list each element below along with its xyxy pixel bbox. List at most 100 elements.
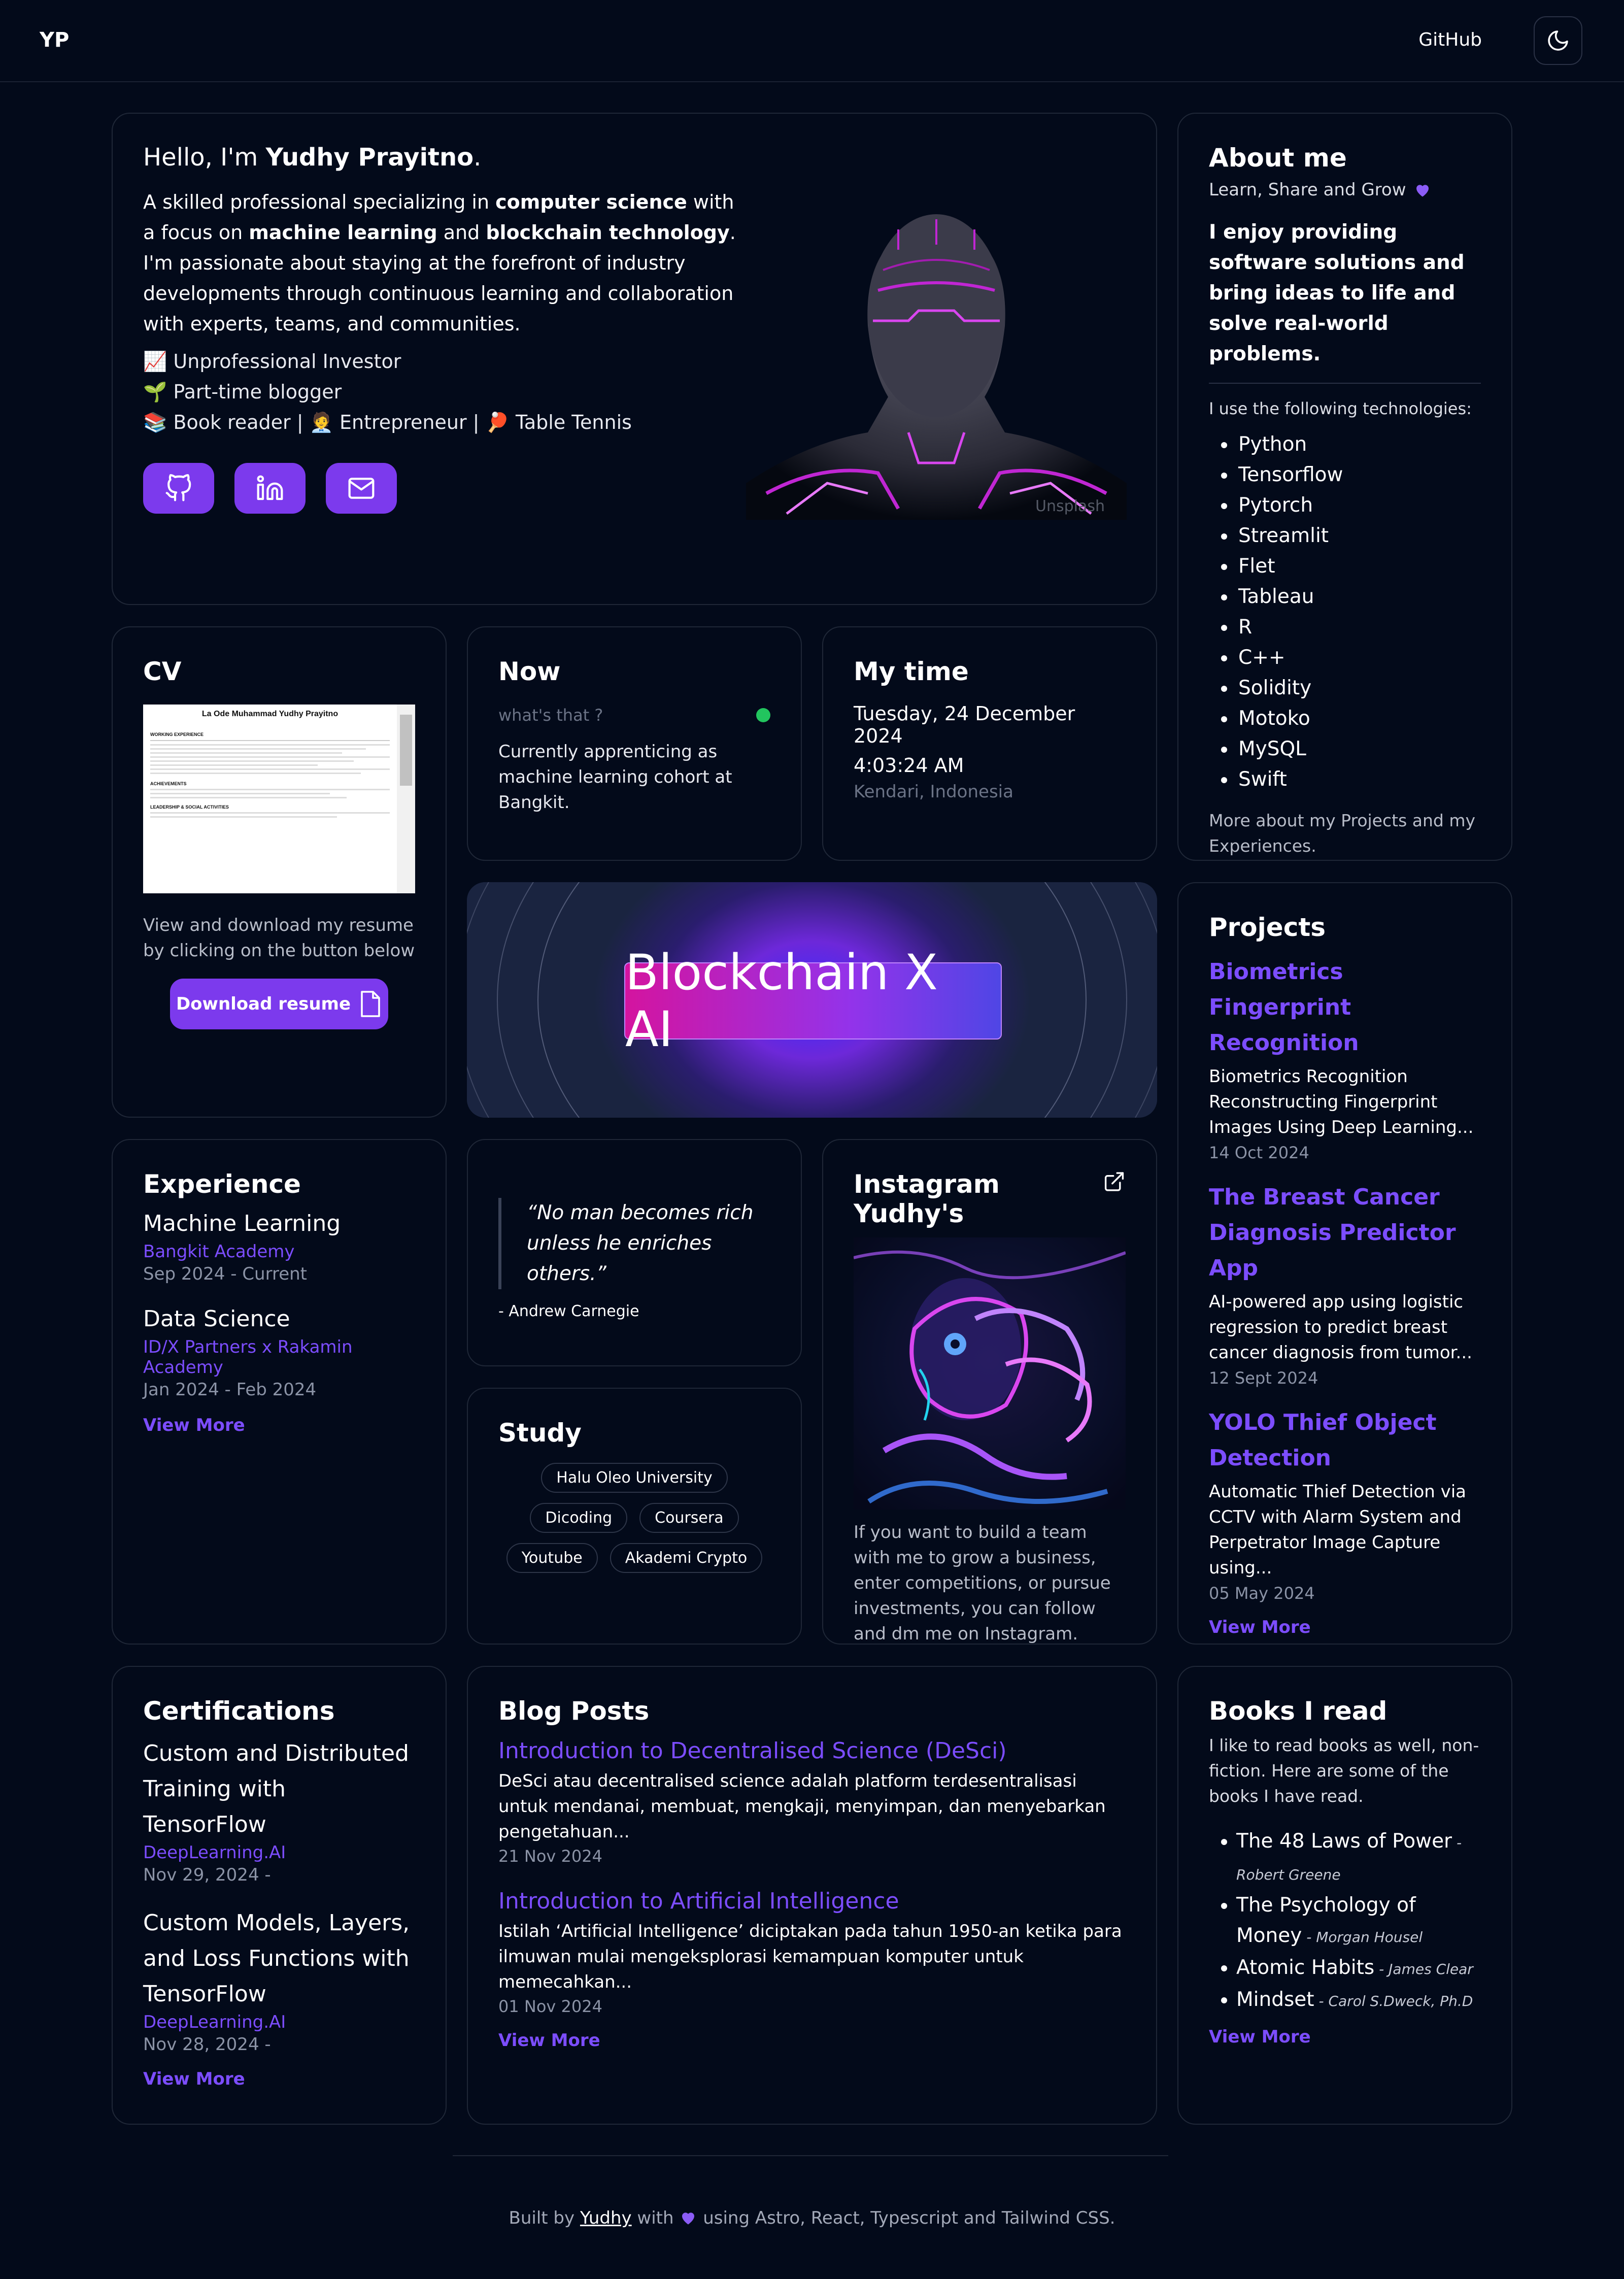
blog-list: Introduction to Decentralised Science (D… — [498, 1736, 1126, 2016]
resume-preview-scrollbar[interactable] — [397, 705, 415, 893]
project-title-link[interactable]: YOLO Thief Object Detection — [1209, 1405, 1481, 1476]
github-nav-link[interactable]: GitHub — [1418, 29, 1482, 50]
instagram-header: Instagram Yudhy's — [854, 1169, 1126, 1235]
certifications-view-more-link[interactable]: View More — [143, 2069, 415, 2089]
heart-icon — [682, 2213, 695, 2225]
experience-date: Sep 2024 - Current — [143, 1264, 307, 1284]
email-button[interactable] — [326, 463, 397, 514]
blog-description: Istilah ‘Artificial Intelligence’ dicipt… — [498, 1921, 1122, 1992]
experience-item: Machine Learning Bangkit Academy Sep 2024 … — [143, 1209, 415, 1284]
quote-text: “No man becomes rich unless he enriches … — [527, 1201, 754, 1285]
instagram-card: Instagram Yudhy's If you want to build a… — [822, 1139, 1157, 1645]
site-logo[interactable]: YP — [40, 28, 69, 52]
file-icon — [361, 991, 380, 1017]
linkedin-button[interactable] — [234, 463, 306, 514]
blog-view-more-link[interactable]: View More — [498, 2030, 1126, 2051]
time-place: Kendari, Indonesia — [854, 782, 1013, 802]
tech-item: Streamlit — [1236, 521, 1481, 551]
blog-title-link[interactable]: Introduction to Artificial Intelligence — [498, 1886, 1126, 1917]
book-author-sep: - — [1302, 1929, 1316, 1946]
footer-author-link[interactable]: Yudhy — [580, 2208, 632, 2228]
books-list: The 48 Laws of Power - Robert GreeneThe … — [1209, 1826, 1481, 2017]
tech-item: Swift — [1236, 764, 1481, 795]
study-pill[interactable]: Akademi Crypto — [610, 1543, 763, 1573]
book-item: Mindset - Carol S.Dweck, Ph.D — [1236, 1985, 1481, 2017]
certification-item: Custom and Distributed Training with Ten… — [143, 1736, 415, 1885]
book-item: The Psychology of Money - Morgan Housel — [1236, 1890, 1481, 1953]
instagram-photo[interactable] — [854, 1237, 1126, 1510]
book-item: The 48 Laws of Power - Robert Greene — [1236, 1826, 1481, 1890]
external-link-icon[interactable] — [1103, 1169, 1126, 1194]
time-clock: 4:03:24 AM — [854, 754, 964, 777]
footer-divider — [453, 2155, 1168, 2156]
book-author: Robert Greene — [1236, 1866, 1341, 1883]
tech-list: PythonTensorflowPytorchStreamlitFletTabl… — [1209, 429, 1481, 795]
project-description: Biometrics Recognition Reconstructing Fi… — [1209, 1066, 1474, 1137]
study-pill[interactable]: Youtube — [506, 1543, 598, 1573]
project-title-link[interactable]: The Breast Cancer Diagnosis Predictor Ap… — [1209, 1180, 1481, 1286]
project-date: 05 May 2024 — [1209, 1584, 1315, 1603]
book-author-sep: - — [1452, 1834, 1462, 1851]
study-pills: Halu Oleo University Dicoding Coursera Yout… — [498, 1458, 770, 1578]
project-item: YOLO Thief Object Detection Automatic Thi… — [1209, 1405, 1481, 1603]
now-subtitle: what's that ? — [498, 706, 603, 725]
certification-title: Custom and Distributed Training with Ten… — [143, 1740, 409, 1837]
cv-card: CV La Ode Muhammad Yudhy Prayitno WORKIN… — [112, 626, 447, 1118]
about-bold-statement: I enjoy providing software solutions and… — [1209, 221, 1465, 365]
footer: Built by Yudhy with using Astro, React, … — [509, 2208, 1115, 2228]
hero-card: Hello, I'm Yudhy Prayitno. A skilled pro… — [112, 113, 1157, 605]
book-author-sep: - — [1374, 1961, 1389, 1978]
blog-title: Blog Posts — [498, 1696, 650, 1726]
books-view-more-link[interactable]: View More — [1209, 2027, 1481, 2047]
tech-item: Tensorflow — [1236, 460, 1481, 490]
tech-item: Motoko — [1236, 703, 1481, 734]
instagram-title: Instagram Yudhy's — [854, 1169, 1000, 1228]
experience-role: Machine Learning — [143, 1211, 341, 1236]
books-intro: I like to read books as well, non-fictio… — [1209, 1735, 1479, 1806]
certification-issuer[interactable]: DeepLearning.AI — [143, 2012, 415, 2032]
books-card: Books I read I like to read books as wel… — [1177, 1666, 1512, 2125]
experience-item: Data Science ID/X Partners x Rakamin Acad… — [143, 1304, 415, 1400]
tech-item: Tableau — [1236, 582, 1481, 612]
book-item: Atomic Habits - James Clear — [1236, 1953, 1481, 1985]
experience-card: Experience Machine Learning Bangkit Acade… — [112, 1139, 447, 1645]
now-text: Currently apprenticing as machine learni… — [498, 742, 732, 813]
experience-role: Data Science — [143, 1306, 290, 1332]
theme-toggle-button[interactable] — [1534, 16, 1582, 65]
certifications-list: Custom and Distributed Training with Ten… — [143, 1736, 415, 2055]
tech-item: Flet — [1236, 551, 1481, 582]
study-pill[interactable]: Dicoding — [530, 1503, 628, 1533]
download-resume-label: Download resume — [176, 994, 351, 1014]
cv-description: View and download my resume by clicking … — [143, 915, 415, 961]
study-pill[interactable]: Coursera — [639, 1503, 739, 1533]
quote-block: “No man becomes rich unless he enriches … — [498, 1198, 770, 1289]
now-subtitle-row: what's that ? — [498, 706, 770, 725]
hero-name: Yudhy Prayitno — [265, 143, 474, 172]
github-button[interactable] — [143, 463, 214, 514]
study-card: Study Halu Oleo University Dicoding Course… — [467, 1388, 802, 1645]
experience-view-more-link[interactable]: View More — [143, 1415, 415, 1435]
projects-view-more-link[interactable]: View More — [1209, 1617, 1481, 1637]
study-pill[interactable]: Halu Oleo University — [541, 1463, 728, 1493]
hero-portrait-image: Unsplash — [746, 158, 1127, 520]
cv-title: CV — [143, 657, 182, 686]
about-subtitle: Learn, Share and Grow — [1209, 180, 1406, 200]
project-title-link[interactable]: Biometrics Fingerprint Recognition — [1209, 954, 1481, 1061]
tech-item: Pytorch — [1236, 490, 1481, 521]
download-resume-button[interactable]: Download resume — [170, 979, 388, 1029]
top-navbar: YP GitHub — [0, 0, 1624, 82]
certification-issuer[interactable]: DeepLearning.AI — [143, 1842, 415, 1863]
resume-preview-image: La Ode Muhammad Yudhy Prayitno WORKING E… — [143, 705, 415, 893]
heart-icon — [1416, 185, 1429, 197]
linkedin-icon — [257, 475, 283, 500]
hero-description: A skilled professional specializing in c… — [143, 191, 736, 335]
time-card: My time Tuesday, 24 December 2024 4:03:2… — [822, 626, 1157, 861]
mail-icon — [348, 478, 375, 499]
blockchain-ai-banner: Blockchain X AI — [467, 882, 1157, 1118]
blog-title-link[interactable]: Introduction to Decentralised Science (D… — [498, 1736, 1126, 1766]
experience-title: Experience — [143, 1169, 301, 1199]
quote-card: “No man becomes rich unless he enriches … — [467, 1139, 802, 1366]
experience-org: Bangkit Academy — [143, 1242, 295, 1262]
book-author: Carol S.Dweck, Ph.D — [1328, 1993, 1473, 2009]
blog-card: Blog Posts Introduction to Decentralised… — [467, 1666, 1157, 2125]
